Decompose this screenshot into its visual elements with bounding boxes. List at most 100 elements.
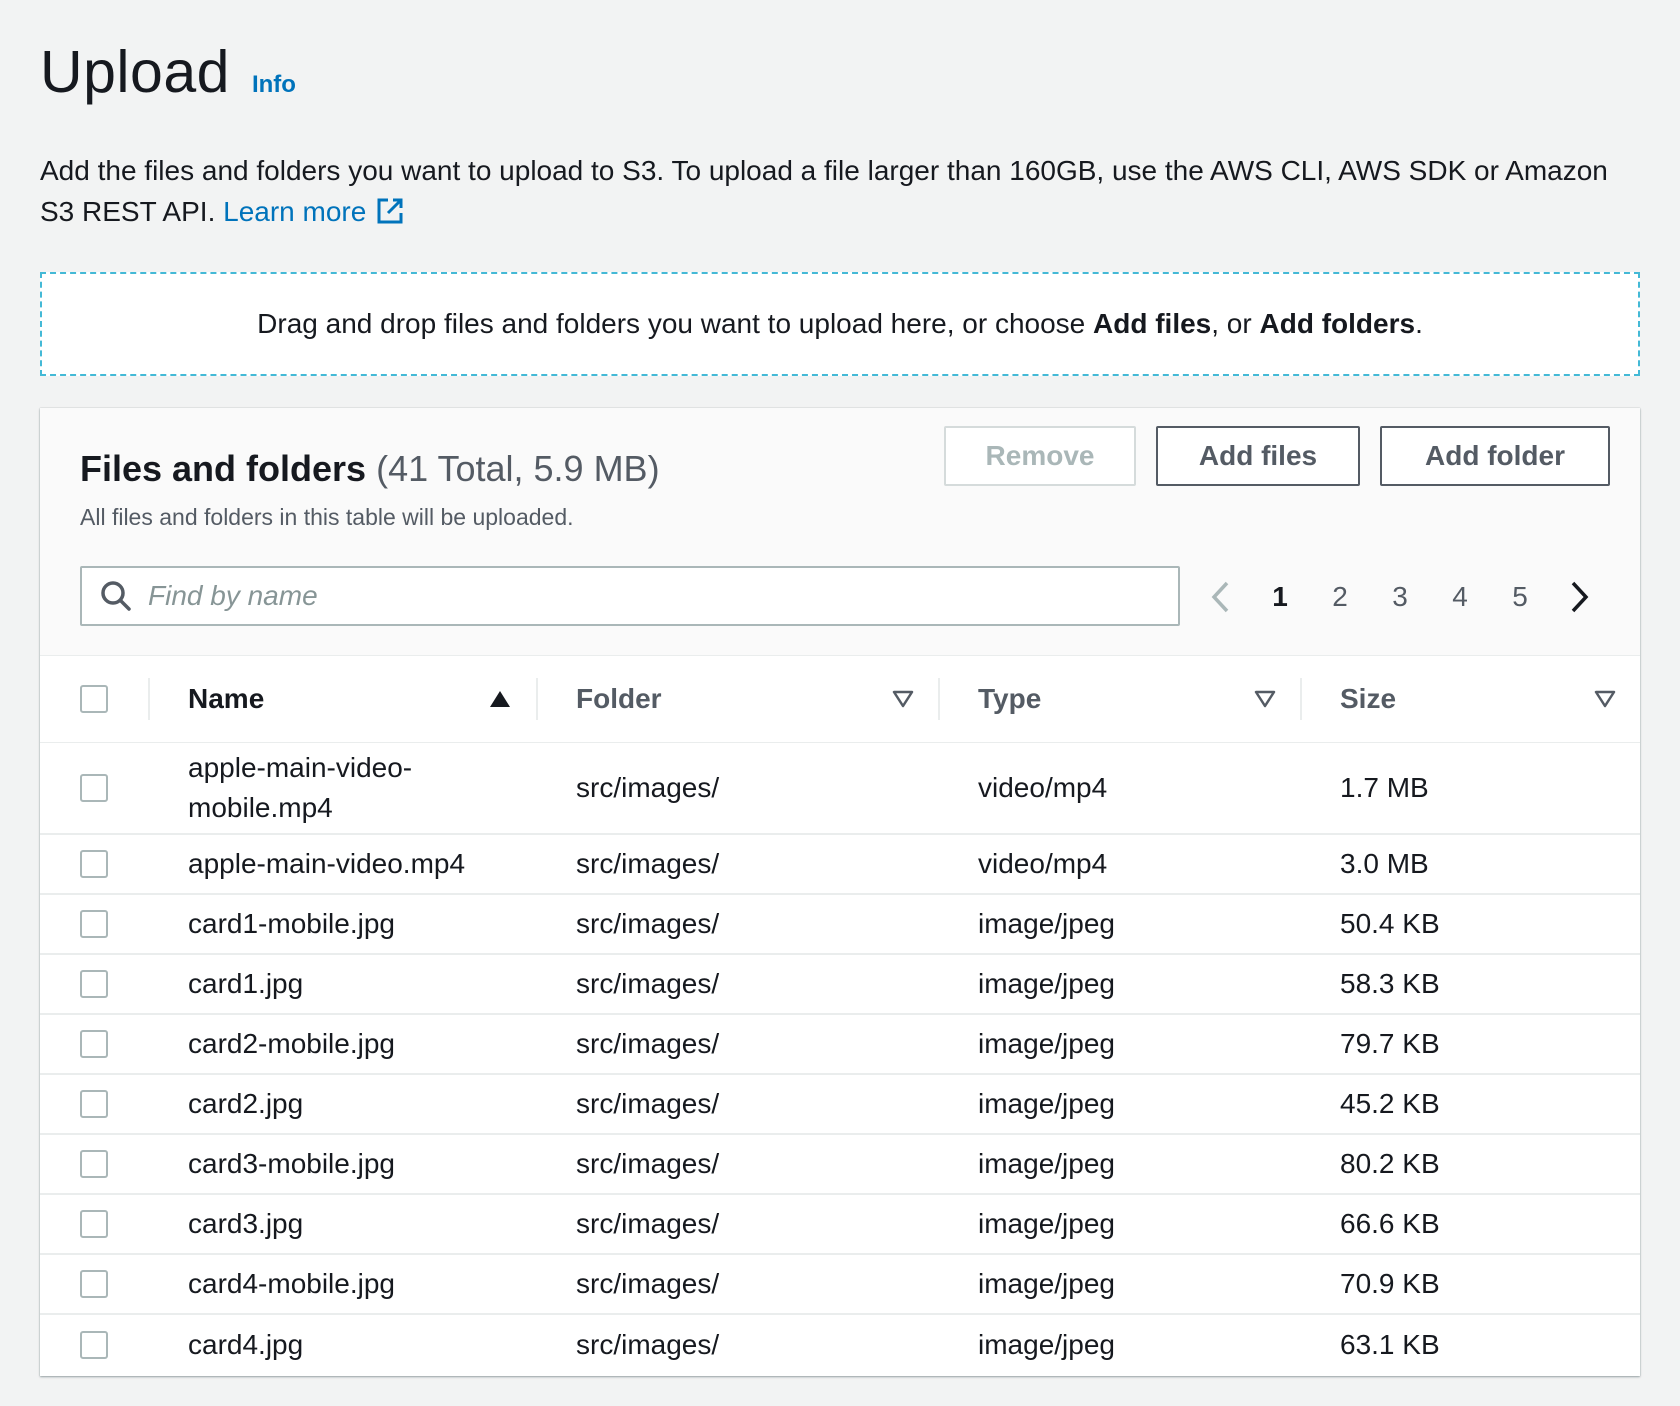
dropzone-add-folders: Add folders bbox=[1259, 308, 1416, 339]
row-checkbox[interactable] bbox=[80, 1030, 108, 1058]
learn-more-label: Learn more bbox=[223, 196, 367, 227]
chevron-left-icon bbox=[1211, 581, 1229, 613]
dropzone-text-middle: , or bbox=[1211, 308, 1252, 339]
cell-folder: src/images/ bbox=[576, 848, 720, 879]
select-all-cell bbox=[40, 656, 148, 742]
page-3-button[interactable]: 3 bbox=[1370, 581, 1430, 613]
learn-more-link[interactable]: Learn more bbox=[223, 196, 404, 227]
upload-dropzone[interactable]: Drag and drop files and folders you want… bbox=[40, 272, 1640, 376]
cell-name: card4-mobile.jpg bbox=[188, 1268, 395, 1299]
row-checkbox[interactable] bbox=[80, 1330, 108, 1359]
table-row[interactable]: card2.jpg src/images/ image/jpeg 45.2 KB bbox=[40, 1074, 1640, 1134]
cell-folder: src/images/ bbox=[576, 1208, 720, 1239]
page-header: Upload Info bbox=[40, 38, 296, 106]
dropzone-text-end: . bbox=[1415, 308, 1423, 339]
table-row[interactable]: card4.jpg src/images/ image/jpeg 63.1 KB bbox=[40, 1314, 1640, 1374]
search-icon bbox=[100, 580, 132, 612]
page-4-button[interactable]: 4 bbox=[1430, 581, 1490, 613]
column-name-label: Name bbox=[188, 682, 265, 714]
cell-name: card2.jpg bbox=[188, 1088, 304, 1119]
column-header-type[interactable]: Type bbox=[938, 656, 1300, 742]
cell-size: 45.2 KB bbox=[1340, 1088, 1440, 1119]
page-2-button[interactable]: 2 bbox=[1310, 581, 1370, 613]
column-separator bbox=[938, 678, 940, 720]
page-1-button[interactable]: 1 bbox=[1250, 581, 1310, 613]
row-checkbox[interactable] bbox=[80, 1150, 108, 1178]
column-separator bbox=[536, 678, 538, 720]
dropzone-add-files: Add files bbox=[1093, 308, 1212, 339]
row-checkbox[interactable] bbox=[80, 850, 108, 878]
column-folder-label: Folder bbox=[576, 682, 662, 714]
sort-icon bbox=[892, 690, 914, 707]
cell-type: image/jpeg bbox=[978, 908, 1115, 939]
external-link-icon bbox=[376, 195, 404, 236]
pagination: 1 2 3 4 5 bbox=[1190, 574, 1610, 620]
previous-page-button[interactable] bbox=[1190, 580, 1250, 614]
sort-icon bbox=[1594, 690, 1616, 707]
cell-type: video/mp4 bbox=[978, 771, 1108, 803]
cell-folder: src/images/ bbox=[576, 908, 720, 939]
cell-size: 3.0 MB bbox=[1340, 848, 1429, 879]
table-row[interactable]: card1.jpg src/images/ image/jpeg 58.3 KB bbox=[40, 954, 1640, 1014]
row-checkbox[interactable] bbox=[80, 773, 108, 802]
search-input[interactable] bbox=[148, 580, 1148, 612]
column-separator bbox=[148, 678, 150, 720]
panel-count: (41 Total, 5.9 MB) bbox=[376, 448, 660, 489]
cell-name: card3-mobile.jpg bbox=[188, 1148, 395, 1179]
cell-folder: src/images/ bbox=[576, 771, 720, 803]
row-checkbox[interactable] bbox=[80, 910, 108, 938]
search-box[interactable] bbox=[80, 566, 1180, 626]
cell-name: card3.jpg bbox=[188, 1208, 304, 1239]
add-folder-button[interactable]: Add folder bbox=[1380, 426, 1610, 486]
cell-type: image/jpeg bbox=[978, 1208, 1115, 1239]
next-page-button[interactable] bbox=[1550, 580, 1610, 614]
table-row[interactable]: card3.jpg src/images/ image/jpeg 66.6 KB bbox=[40, 1194, 1640, 1254]
remove-button[interactable]: Remove bbox=[944, 426, 1136, 486]
column-header-size[interactable]: Size bbox=[1300, 656, 1640, 742]
column-separator bbox=[1300, 678, 1302, 720]
cell-folder: src/images/ bbox=[576, 1028, 720, 1059]
cell-name: card2-mobile.jpg bbox=[188, 1028, 395, 1059]
sort-ascending-icon bbox=[490, 690, 510, 707]
panel-header: Files and folders (41 Total, 5.9 MB) All… bbox=[40, 408, 1640, 656]
row-checkbox[interactable] bbox=[80, 970, 108, 998]
row-checkbox[interactable] bbox=[80, 1270, 108, 1298]
table-row[interactable]: card2-mobile.jpg src/images/ image/jpeg … bbox=[40, 1014, 1640, 1074]
add-files-button[interactable]: Add files bbox=[1156, 426, 1360, 486]
cell-name: card1-mobile.jpg bbox=[188, 908, 395, 939]
page-5-button[interactable]: 5 bbox=[1490, 581, 1550, 613]
cell-type: image/jpeg bbox=[978, 1088, 1115, 1119]
files-panel: Files and folders (41 Total, 5.9 MB) All… bbox=[40, 408, 1640, 1376]
table-row[interactable]: apple-main-video-mobile.mp4 src/images/ … bbox=[40, 742, 1640, 834]
panel-subtitle: All files and folders in this table will… bbox=[80, 504, 574, 530]
column-header-name[interactable]: Name bbox=[148, 656, 536, 742]
cell-size: 58.3 KB bbox=[1340, 968, 1440, 999]
page-title: Upload bbox=[40, 39, 230, 105]
table-row[interactable]: card1-mobile.jpg src/images/ image/jpeg … bbox=[40, 894, 1640, 954]
table-row[interactable]: apple-main-video.mp4 src/images/ video/m… bbox=[40, 834, 1640, 894]
cell-type: image/jpeg bbox=[978, 1148, 1115, 1179]
row-checkbox[interactable] bbox=[80, 1090, 108, 1118]
column-header-folder[interactable]: Folder bbox=[536, 656, 938, 742]
cell-size: 50.4 KB bbox=[1340, 908, 1440, 939]
page-description: Add the files and folders you want to up… bbox=[40, 150, 1640, 236]
cell-folder: src/images/ bbox=[576, 968, 720, 999]
info-link[interactable]: Info bbox=[252, 71, 296, 99]
cell-size: 1.7 MB bbox=[1340, 771, 1429, 803]
dropzone-text: Drag and drop files and folders you want… bbox=[257, 308, 1423, 340]
cell-size: 80.2 KB bbox=[1340, 1148, 1440, 1179]
table-row[interactable]: card4-mobile.jpg src/images/ image/jpeg … bbox=[40, 1254, 1640, 1314]
cell-size: 63.1 KB bbox=[1340, 1328, 1440, 1360]
cell-name: card1.jpg bbox=[188, 968, 304, 999]
cell-name: apple-main-video-mobile.mp4 bbox=[188, 751, 413, 823]
dropzone-text-before: Drag and drop files and folders you want… bbox=[257, 308, 1086, 339]
select-all-checkbox[interactable] bbox=[80, 684, 108, 713]
chevron-right-icon bbox=[1571, 581, 1589, 613]
cell-type: image/jpeg bbox=[978, 1028, 1115, 1059]
cell-folder: src/images/ bbox=[576, 1148, 720, 1179]
row-checkbox[interactable] bbox=[80, 1210, 108, 1238]
cell-type: video/mp4 bbox=[978, 848, 1108, 879]
column-type-label: Type bbox=[978, 682, 1042, 714]
cell-type: image/jpeg bbox=[978, 1268, 1115, 1299]
table-row[interactable]: card3-mobile.jpg src/images/ image/jpeg … bbox=[40, 1134, 1640, 1194]
